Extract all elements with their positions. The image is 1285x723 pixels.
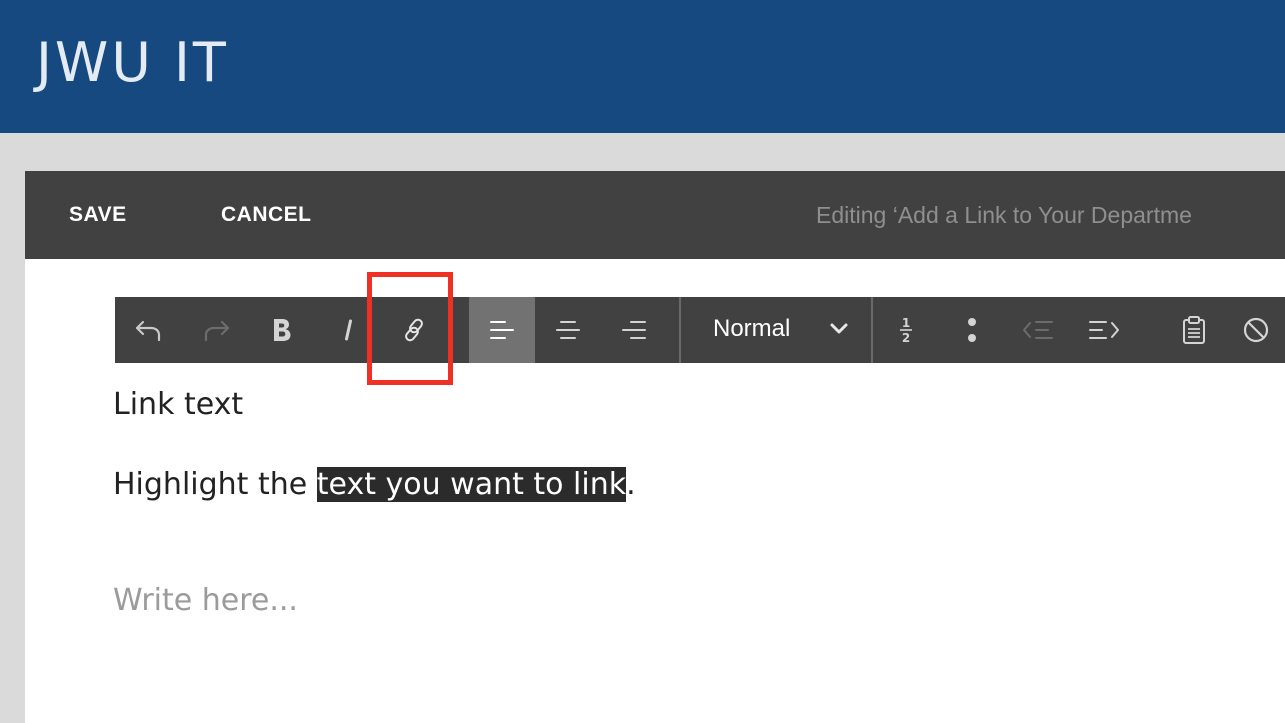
paragraph-instruction[interactable]: Highlight the text you want to link. xyxy=(113,465,636,505)
clear-format-button[interactable] xyxy=(1227,297,1285,363)
align-center-icon xyxy=(556,321,580,339)
cancel-button[interactable]: CANCEL xyxy=(221,201,312,229)
italic-button[interactable] xyxy=(315,297,381,363)
paragraph-suffix: . xyxy=(626,467,636,502)
clear-format-icon xyxy=(1243,317,1269,343)
ordered-list-button[interactable]: 1 2 xyxy=(873,297,939,363)
chevron-down-icon xyxy=(830,323,848,334)
outdent-icon xyxy=(1023,321,1053,339)
indent-button[interactable] xyxy=(1071,297,1137,363)
italic-icon xyxy=(345,319,352,341)
align-left-icon xyxy=(490,321,514,339)
link-button[interactable] xyxy=(381,297,447,363)
align-right-button[interactable] xyxy=(601,297,667,363)
bullet-list-icon xyxy=(968,318,976,342)
align-left-button[interactable] xyxy=(469,297,535,363)
bold-icon xyxy=(274,319,291,341)
block-format-value: Normal xyxy=(713,315,791,342)
block-format-select[interactable]: Normal xyxy=(682,297,870,363)
save-button[interactable]: SAVE xyxy=(69,201,127,229)
redo-button[interactable] xyxy=(183,297,249,363)
site-title: JWU IT xyxy=(36,31,229,94)
undo-button[interactable] xyxy=(115,297,183,363)
bold-button[interactable] xyxy=(249,297,315,363)
site-header: JWU IT xyxy=(0,0,1285,133)
outdent-button[interactable] xyxy=(1005,297,1071,363)
redo-icon xyxy=(204,320,230,342)
editing-status-label: Editing ‘Add a Link to Your Departme xyxy=(816,202,1192,228)
indent-icon xyxy=(1089,321,1119,339)
paragraph-prefix: Highlight the xyxy=(113,467,317,502)
ordered-list-icon: 1 2 xyxy=(900,316,912,345)
align-right-icon xyxy=(622,321,646,339)
undo-icon xyxy=(135,320,161,342)
editor-placeholder[interactable]: Write here... xyxy=(113,581,298,621)
paste-icon xyxy=(1183,316,1205,344)
ordered-list-glyph-top: 1 xyxy=(902,316,910,330)
ordered-list-glyph-bottom: 2 xyxy=(902,331,910,345)
link-icon xyxy=(405,318,423,342)
formatting-toolbar: Normal 1 2 xyxy=(115,297,1285,363)
align-center-button[interactable] xyxy=(535,297,601,363)
paste-button[interactable] xyxy=(1161,297,1227,363)
editor-bar: SAVE CANCEL Editing ‘Add a Link to Your … xyxy=(25,171,1285,259)
paragraph-link-text[interactable]: Link text xyxy=(113,385,243,425)
bullet-list-button[interactable] xyxy=(939,297,1005,363)
toolbar-separator xyxy=(679,297,681,363)
selected-text[interactable]: text you want to link xyxy=(316,467,627,502)
editor-content-area: Normal 1 2 Link text Highlight the text … xyxy=(25,259,1285,723)
